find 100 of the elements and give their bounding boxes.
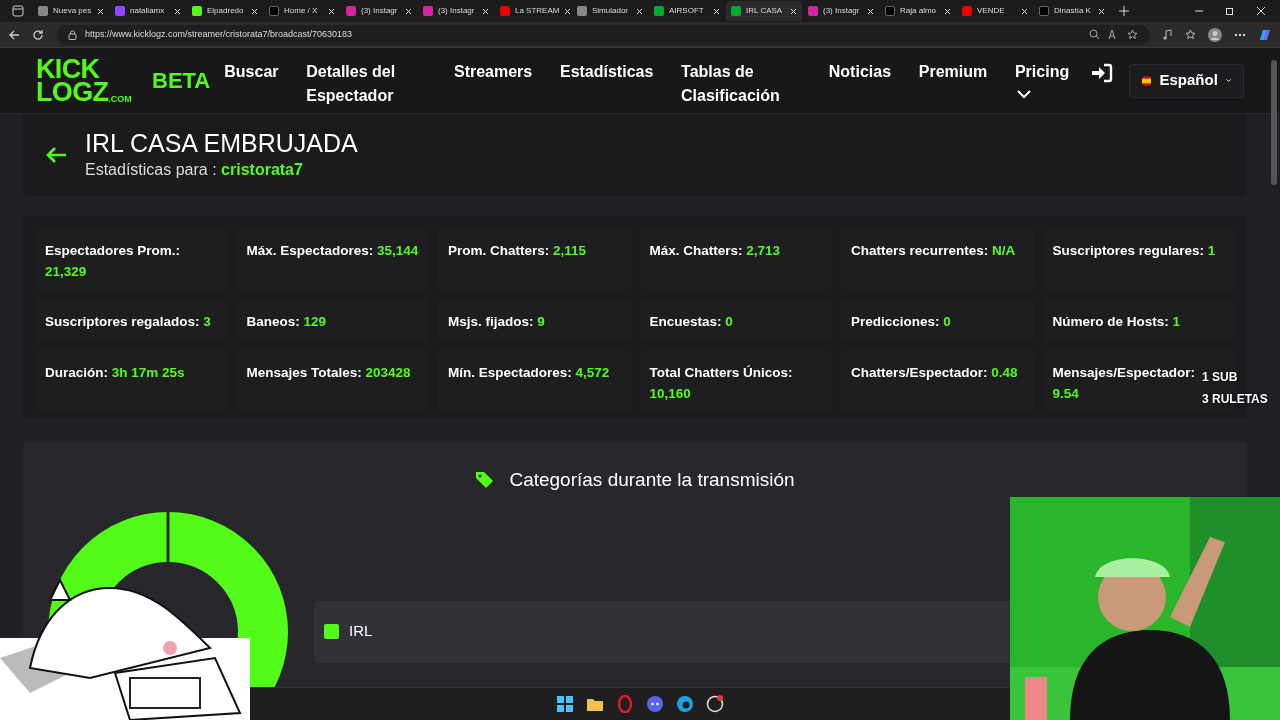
read-aloud-icon[interactable] [1108,29,1119,40]
beta-label: BETA [152,67,211,95]
close-tab-icon[interactable] [97,7,104,15]
stat-label: Encuestas: [649,314,722,329]
windows-icon[interactable] [556,695,574,713]
browser-tab[interactable]: (3) Instagr [803,1,879,21]
browser-tab[interactable]: Home / X [264,1,340,21]
login-icon[interactable] [1091,62,1113,83]
categories-title: Categorías durante la transmisión [509,468,795,492]
nav-link[interactable]: Premium [918,60,988,84]
overlay-text: 3 RULETAS [1202,391,1268,408]
nav-link[interactable]: Buscar [224,60,279,84]
close-tab-icon[interactable] [790,7,797,15]
chevron-down-icon [1225,77,1231,84]
browser-tab[interactable]: La STREAM [495,1,571,21]
zoom-icon[interactable] [1089,29,1100,40]
stat-label: Mensajes Totales: [246,365,362,380]
site-favicon-icon [731,6,741,16]
close-tab-icon[interactable] [174,7,181,15]
nav-link[interactable]: Detalles del Espectador [306,60,427,108]
profile-avatar-icon[interactable] [1208,27,1222,42]
stat-value: 2,115 [553,243,587,258]
close-tab-icon[interactable] [1021,7,1028,15]
close-tab-icon[interactable] [944,7,951,15]
nav-link[interactable]: Estadísticas [559,60,654,84]
nav-link[interactable]: Streamers [453,60,533,84]
copilot-icon[interactable] [1258,27,1272,42]
stat-value: 10,160 [649,386,691,401]
stat-value: 35,144 [377,243,419,258]
stat-value: 3 [203,314,211,329]
site-favicon-icon [423,6,433,16]
site-favicon-icon [808,6,818,16]
browser-tab[interactable]: (3) Instagr [418,1,494,21]
stat-label: Máx. Espectadores: [246,243,374,258]
back-icon[interactable] [8,28,20,41]
stat-value: 4,572 [575,365,610,380]
browser-tab[interactable]: VENDE [957,1,1033,21]
site-favicon-icon [577,6,587,16]
stat-value: 203428 [365,365,411,380]
stat-value: 2,713 [746,243,781,258]
nav-link[interactable]: Noticias [828,60,892,84]
browser-tab[interactable]: Dinastía K [1034,1,1110,21]
stat-label: Número de Hosts: [1052,314,1169,329]
close-tab-icon[interactable] [251,7,258,15]
nav-dropdown[interactable]: Pricing [1014,60,1075,99]
ring-icon[interactable] [616,695,634,713]
browser-tab[interactable]: (3) Instagr [341,1,417,21]
close-tab-icon[interactable] [482,7,489,15]
tab-actions-icon[interactable] [12,5,24,17]
stat-value: 129 [303,314,327,329]
site-favicon-icon [1039,6,1049,16]
stat-label: Mín. Espectadores: [448,365,572,380]
stat-value: N/A [992,243,1016,258]
url-text: https://www.kicklogz.com/streamer/cristorata7/broadcast/70630183 [85,27,354,41]
reload-icon[interactable] [32,28,44,41]
browser-tab[interactable]: Elpadredo [187,1,263,21]
site-favicon-icon [346,6,356,16]
close-icon[interactable] [1256,6,1266,16]
close-tab-icon[interactable] [1098,7,1105,15]
back-arrow-icon[interactable] [45,146,67,164]
close-tab-icon[interactable] [564,7,572,15]
browser-tab[interactable]: IRL CASA [726,1,802,21]
close-tab-icon[interactable] [328,7,335,15]
site-favicon-icon [500,6,510,16]
language-selector[interactable]: Español [1129,63,1244,98]
browser-icon[interactable] [676,695,694,713]
restore-icon[interactable] [1225,6,1235,16]
stat-value: 0 [943,314,951,329]
site-favicon-icon [962,6,972,16]
browser-tab[interactable]: Simulador [572,1,648,21]
close-tab-icon[interactable] [867,7,874,15]
star-icon[interactable] [1127,29,1138,40]
chat-app-icon[interactable] [646,695,664,713]
close-tab-icon[interactable] [713,7,720,15]
browser-tab[interactable]: AIRSOFT [649,1,725,21]
stat-value: 0 [725,314,733,329]
stat-label: Espectadores Prom.: [45,243,181,258]
favorites-icon[interactable] [1185,29,1196,40]
browser-tab[interactable]: Nueva pes [33,1,109,21]
stat-value: 9.54 [1052,386,1079,401]
new-tab-icon[interactable] [1119,6,1129,16]
close-tab-icon[interactable] [636,7,643,15]
stat-value: 1 [1172,314,1181,329]
stat-value: 9 [537,314,545,329]
scrollbar[interactable] [1271,60,1277,185]
record-app-icon[interactable] [706,695,724,713]
stat-label: Total Chatters Únicos: [649,365,793,380]
lock-icon [68,29,77,40]
stat-label: Suscriptores regalados: [45,314,200,329]
stat-value: 3h 17m 25s [111,365,185,380]
more-icon[interactable] [1234,32,1246,37]
site-favicon-icon [38,6,48,16]
nav-link[interactable]: Tablas de Clasificación [681,60,802,108]
address-bar[interactable]: https://www.kicklogz.com/streamer/cristorata7/broadcast/70630183 [56,24,1150,45]
browser-tab[interactable]: Raja almo [880,1,956,21]
music-icon[interactable] [1162,29,1173,40]
site-logo[interactable]: KICK LOGZ.COM [36,57,136,104]
close-tab-icon[interactable] [405,7,412,15]
browser-tab[interactable]: nataliamx [110,1,186,21]
site-favicon-icon [269,6,279,16]
